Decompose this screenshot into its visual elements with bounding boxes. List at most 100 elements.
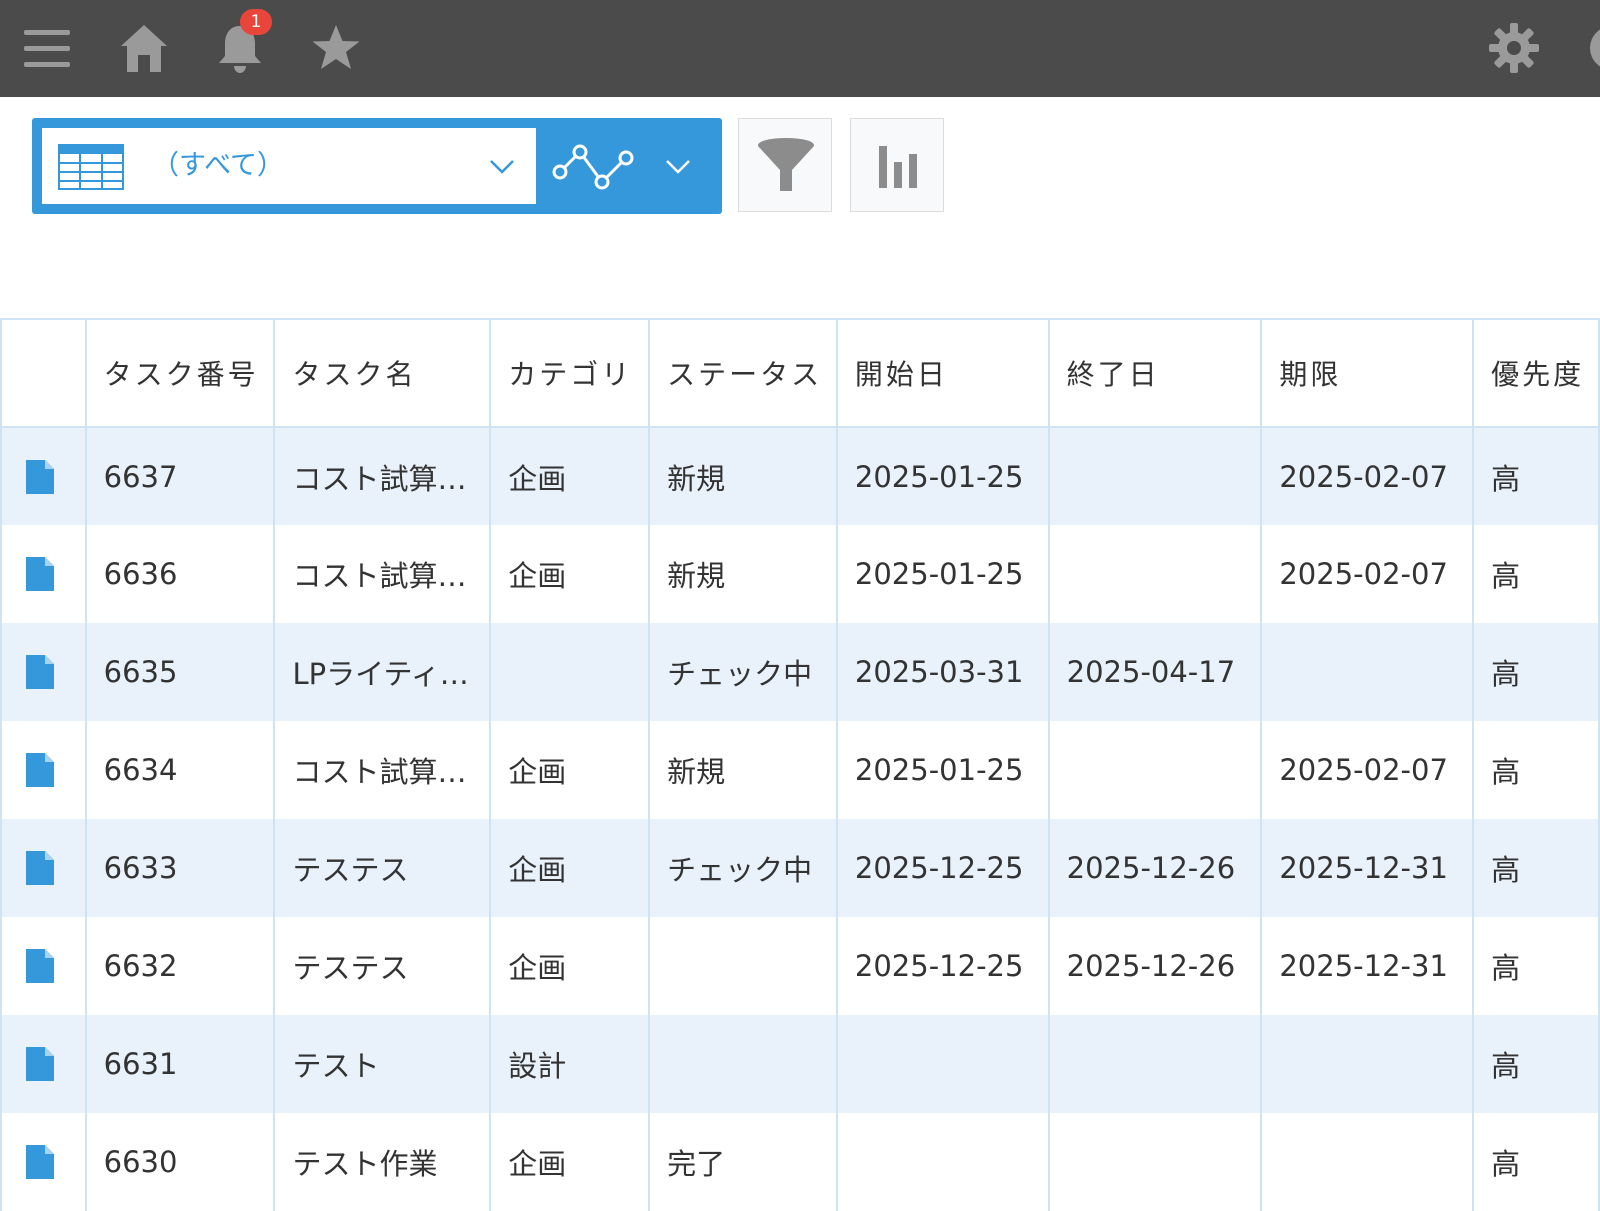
cell-due: 2025-02-07: [1260, 525, 1475, 623]
cell-priority: 高: [1472, 1015, 1600, 1113]
cell-name: コスト試算…: [273, 525, 492, 623]
cell-end: [1047, 427, 1263, 525]
record-table: タスク番号 タスク名 カテゴリ ステータス 開始日 終了日 期限 優先度 663…: [0, 318, 1600, 1211]
cell-id: 6635: [84, 623, 276, 721]
document-icon[interactable]: [26, 1047, 54, 1081]
cell-id: 6634: [84, 721, 276, 819]
document-icon[interactable]: [26, 655, 54, 689]
table-row[interactable]: 6632 テステス 企画 2025-12-25 2025-12-26 2025-12-31…: [0, 917, 1600, 1015]
column-header-icon: [0, 319, 87, 428]
bar-chart-icon: [879, 146, 917, 188]
table-row[interactable]: 6636 コスト試算… 企画 新規 2025-01-25 2025-02-07 高: [0, 525, 1600, 623]
cell-name: LPライティ…: [273, 623, 492, 721]
cell-status: 新規: [648, 721, 838, 819]
user-avatar-icon[interactable]: [1586, 22, 1600, 74]
line-graph-icon: [552, 144, 634, 190]
table-view-icon: [58, 144, 124, 190]
cell-id: 6636: [84, 525, 276, 623]
row-detail-cell[interactable]: [0, 721, 87, 819]
document-icon[interactable]: [26, 459, 54, 494]
cell-id: 6632: [84, 917, 276, 1015]
row-detail-cell[interactable]: [0, 1113, 87, 1211]
cell-category: 企画: [489, 721, 651, 819]
gear-icon[interactable]: [1488, 22, 1540, 74]
cell-due: [1260, 1015, 1475, 1113]
graph-dropdown-button[interactable]: [540, 128, 722, 204]
cell-end: 2025-12-26: [1047, 819, 1263, 917]
cell-id: 6637: [84, 427, 276, 525]
filter-button[interactable]: [738, 118, 832, 212]
table-row[interactable]: 6637 コスト試算… 企画 新規 2025-01-25 2025-02-07 高: [0, 427, 1600, 525]
table-row[interactable]: 6634 コスト試算… 企画 新規 2025-01-25 2025-02-07 高: [0, 721, 1600, 819]
cell-category: 企画: [489, 819, 651, 917]
cell-category: 企画: [489, 1113, 651, 1211]
home-icon[interactable]: [118, 22, 170, 74]
column-header[interactable]: 優先度: [1472, 319, 1600, 428]
cell-name: コスト試算…: [273, 427, 492, 525]
cell-end: [1047, 1015, 1263, 1113]
chevron-down-icon: [490, 160, 514, 174]
cell-priority: 高: [1472, 427, 1600, 525]
cell-start: 2025-01-25: [835, 427, 1050, 525]
cell-end: [1047, 525, 1263, 623]
row-detail-cell[interactable]: [0, 917, 87, 1015]
document-icon[interactable]: [26, 949, 54, 983]
cell-start: 2025-12-25: [835, 819, 1050, 917]
column-header[interactable]: タスク番号: [84, 319, 276, 428]
document-icon[interactable]: [26, 557, 54, 591]
cell-category: [489, 623, 651, 721]
document-icon[interactable]: [26, 753, 54, 787]
row-detail-cell[interactable]: [0, 525, 87, 623]
cell-due: 2025-02-07: [1260, 427, 1475, 525]
table-row[interactable]: 6633 テステス 企画 チェック中 2025-12-25 2025-12-26 2025-…: [0, 819, 1600, 917]
cell-priority: 高: [1472, 917, 1600, 1015]
cell-id: 6631: [84, 1015, 276, 1113]
cell-name: テスト作業: [273, 1113, 492, 1211]
cell-start: [835, 1113, 1050, 1211]
cell-start: 2025-01-25: [835, 721, 1050, 819]
row-detail-cell[interactable]: [0, 819, 87, 917]
view-name: （すべて）: [152, 150, 285, 181]
column-header[interactable]: 期限: [1260, 319, 1475, 428]
cell-id: 6633: [84, 819, 276, 917]
row-detail-cell[interactable]: [0, 1015, 87, 1113]
cell-status: 新規: [648, 525, 838, 623]
table-row[interactable]: 6635 LPライティ… チェック中 2025-03-31 2025-04-17 高: [0, 623, 1600, 721]
cell-status: 新規: [648, 427, 838, 525]
cell-due: 2025-12-31: [1260, 819, 1475, 917]
cell-due: [1260, 1113, 1475, 1211]
table-row[interactable]: 6631 テスト 設計 高: [0, 1015, 1600, 1113]
column-header[interactable]: ステータス: [648, 319, 838, 428]
document-icon[interactable]: [26, 851, 54, 885]
column-header[interactable]: 終了日: [1047, 319, 1263, 428]
table-row[interactable]: 6630 テスト作業 企画 完了 高: [0, 1113, 1600, 1211]
star-icon[interactable]: [310, 22, 362, 74]
column-header[interactable]: 開始日: [835, 319, 1050, 428]
cell-name: コスト試算…: [273, 721, 492, 819]
column-header[interactable]: カテゴリ: [489, 319, 651, 428]
row-detail-cell[interactable]: [0, 623, 87, 721]
cell-end: 2025-04-17: [1047, 623, 1263, 721]
cell-category: 企画: [489, 427, 651, 525]
cell-status: [648, 917, 838, 1015]
menu-icon[interactable]: [22, 22, 74, 74]
column-header[interactable]: タスク名: [273, 319, 492, 428]
cell-status: 完了: [648, 1113, 838, 1211]
cell-due: 2025-12-31: [1260, 917, 1475, 1015]
cell-start: [835, 1015, 1050, 1113]
cell-status: チェック中: [648, 623, 838, 721]
table-header-row: タスク番号 タスク名 カテゴリ ステータス 開始日 終了日 期限 優先度: [0, 319, 1600, 428]
document-icon[interactable]: [26, 1145, 54, 1179]
cell-category: 企画: [489, 917, 651, 1015]
row-detail-cell[interactable]: [0, 427, 87, 525]
cell-status: チェック中: [648, 819, 838, 917]
cell-id: 6630: [84, 1113, 276, 1211]
cell-end: 2025-12-26: [1047, 917, 1263, 1015]
graph-button[interactable]: [850, 118, 944, 212]
cell-start: 2025-03-31: [835, 623, 1050, 721]
cell-end: [1047, 1113, 1263, 1211]
cell-priority: 高: [1472, 525, 1600, 623]
cell-name: テステス: [273, 917, 492, 1015]
view-dropdown[interactable]: （すべて）: [42, 128, 536, 204]
cell-name: テスト: [273, 1015, 492, 1113]
